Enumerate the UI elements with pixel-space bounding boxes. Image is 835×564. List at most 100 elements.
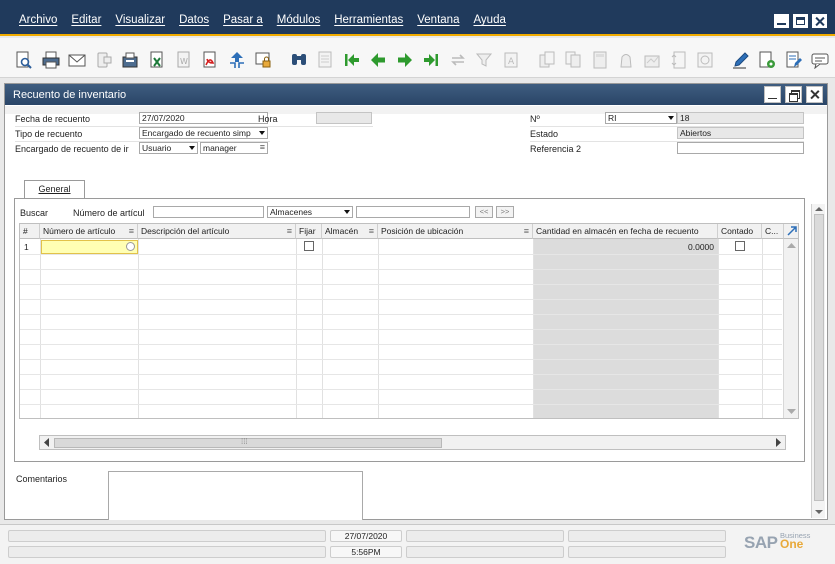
col-header-description[interactable]: Descripción del artículo ≡ — [138, 224, 296, 239]
col-counted-text: Contado — [721, 226, 754, 236]
sap-product-name: Business One — [780, 531, 810, 550]
general-tab-panel: Buscar Número de artícul Almacenes << >>… — [14, 198, 805, 462]
svg-text:W: W — [180, 57, 188, 66]
column-menu-icon[interactable]: ≡ — [129, 224, 134, 238]
menu-bar: Archivo Editar Visualizar Datos Pasar a … — [0, 0, 835, 36]
expand-arrow-icon — [787, 226, 797, 236]
product-name-bottom: One — [780, 537, 804, 551]
grid-vertical-scrollbar[interactable] — [783, 239, 798, 418]
form-settings-icon[interactable] — [785, 51, 803, 69]
grid-hline — [20, 329, 782, 330]
col-header-qty-on-count-date[interactable]: Cantidad en almacén en fecha de recuento — [533, 224, 718, 239]
window-titlebar: Recuento de inventario — [5, 84, 827, 105]
menu-ayuda[interactable]: Ayuda — [473, 14, 505, 26]
scroll-up-icon[interactable] — [787, 242, 796, 249]
window-vertical-scrollbar[interactable] — [811, 204, 825, 518]
previous-record-icon[interactable] — [369, 51, 387, 69]
grid-horizontal-scrollbar[interactable]: ⁞⁞⁞ — [39, 435, 786, 450]
lock-screen-icon[interactable] — [254, 51, 272, 69]
export-excel-icon[interactable] — [148, 51, 166, 69]
first-record-icon[interactable] — [343, 51, 361, 69]
grid-hline — [20, 344, 782, 345]
col-description-text: Descripción del artículo — [141, 226, 230, 236]
app-maximize-button[interactable] — [793, 14, 808, 28]
search-next-button[interactable]: >> — [496, 206, 514, 218]
column-menu-icon[interactable]: ≡ — [369, 224, 374, 238]
base-document-icon — [538, 51, 556, 69]
launch-app-icon[interactable] — [228, 51, 246, 69]
col-more-text: C... — [765, 226, 779, 236]
counter-user-field[interactable]: manager — [200, 142, 268, 154]
calculator-icon — [591, 51, 609, 69]
status-date: 27/07/2020 — [330, 530, 402, 542]
document-settings-icon[interactable] — [758, 51, 776, 69]
window-close-button[interactable] — [806, 86, 823, 103]
col-header-fix[interactable]: Fijar — [296, 224, 322, 239]
scroll-down-icon[interactable] — [787, 408, 796, 415]
window-restore-button[interactable] — [785, 86, 802, 103]
menu-editar[interactable]: Editar — [71, 14, 101, 26]
scroll-left-icon[interactable] — [43, 438, 50, 447]
messages-icon[interactable] — [811, 51, 829, 69]
grid-hline — [20, 269, 782, 270]
app-minimize-button[interactable] — [774, 14, 789, 28]
column-menu-icon[interactable]: ≡ — [287, 224, 292, 238]
email-icon[interactable] — [68, 51, 86, 69]
count-date-label: Fecha de recuento — [15, 114, 91, 124]
col-fix-text: Fijar — [299, 226, 316, 236]
menu-ventana[interactable]: Ventana — [417, 14, 459, 26]
expand-grid-button[interactable] — [784, 224, 798, 239]
col-header-item-number[interactable]: Número de artículo ≡ — [40, 224, 138, 239]
menu-datos[interactable]: Datos — [179, 14, 209, 26]
menu-pasar-a[interactable]: Pasar a — [223, 14, 263, 26]
scroll-up-icon[interactable] — [815, 206, 823, 212]
search-field-label: Número de artícul — [73, 208, 145, 218]
menu-archivo[interactable]: Archivo — [19, 14, 57, 26]
search-item-input[interactable] — [153, 206, 264, 218]
menu-visualizar[interactable]: Visualizar — [115, 14, 165, 26]
count-type-select[interactable]: Encargado de recuento simp — [139, 127, 268, 139]
last-record-icon[interactable] — [422, 51, 440, 69]
col-header-bin-location[interactable]: Posición de ubicación ≡ — [378, 224, 533, 239]
qty-on-count-date-value: 0.0000 — [688, 242, 714, 252]
add-icon — [316, 51, 334, 69]
window-minimize-button[interactable] — [764, 86, 781, 103]
export-pdf-icon[interactable] — [201, 51, 219, 69]
comments-textarea[interactable] — [108, 471, 363, 520]
fax-icon[interactable] — [121, 51, 139, 69]
col-header-counted[interactable]: Contado — [718, 224, 762, 239]
app-close-button[interactable] — [812, 14, 827, 28]
col-header-more[interactable]: C... — [762, 224, 784, 239]
scroll-thumb[interactable]: ⁞⁞⁞ — [54, 437, 442, 448]
scroll-thumb[interactable] — [814, 214, 824, 501]
scroll-down-icon[interactable] — [815, 509, 823, 515]
menu-herramientas[interactable]: Herramientas — [334, 14, 403, 26]
counter-type-select[interactable]: Usuario — [139, 142, 198, 154]
item-number-cell-active[interactable] — [41, 240, 138, 254]
reference2-field[interactable] — [677, 142, 804, 154]
reference2-label: Referencia 2 — [530, 144, 582, 154]
series-select[interactable]: RI — [605, 112, 677, 124]
search-previous-button[interactable]: << — [475, 206, 493, 218]
status-label: Estado — [530, 129, 559, 139]
fix-checkbox[interactable] — [304, 241, 314, 251]
grid-hline — [20, 359, 782, 360]
next-record-icon[interactable] — [396, 51, 414, 69]
counted-checkbox[interactable] — [735, 241, 745, 251]
warehouse-select[interactable]: Almacenes — [267, 206, 353, 218]
tab-general[interactable]: General — [24, 180, 85, 199]
link-lookup-icon[interactable] — [126, 242, 135, 251]
menu-modulos[interactable]: Módulos — [277, 14, 320, 26]
print-preview-icon[interactable] — [15, 51, 33, 69]
col-header-warehouse[interactable]: Almacén ≡ — [322, 224, 378, 239]
scroll-right-icon[interactable] — [775, 438, 782, 447]
edit-pen-icon[interactable] — [732, 51, 750, 69]
count-date-field[interactable]: 27/07/2020 — [139, 112, 268, 124]
warehouse-search-input[interactable] — [356, 206, 470, 218]
column-menu-icon[interactable]: ≡ — [524, 224, 529, 238]
print-icon[interactable] — [42, 51, 60, 69]
grip-icon: ⁞⁞⁞ — [241, 437, 248, 446]
comments-label: Comentarios — [16, 474, 68, 484]
find-icon[interactable] — [290, 51, 308, 69]
col-qty-text: Cantidad en almacén en fecha de recuento — [536, 226, 699, 236]
